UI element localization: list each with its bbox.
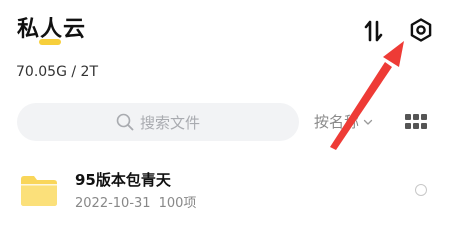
grid-view-icon <box>405 114 427 129</box>
grid-view-button[interactable] <box>405 113 427 131</box>
select-radio[interactable] <box>415 184 427 196</box>
file-name: 95版本包青天 <box>75 171 171 189</box>
sort-by-name-dropdown[interactable]: 按名称 <box>314 112 373 132</box>
settings-button[interactable] <box>408 17 434 43</box>
sort-icon <box>364 20 383 42</box>
title-area: 私人云 <box>17 12 86 48</box>
search-input[interactable]: 搜索文件 <box>17 103 299 141</box>
file-date: 2022-10-31 <box>75 196 151 211</box>
chevron-down-icon <box>363 119 373 125</box>
list-item[interactable] <box>0 158 451 228</box>
search-placeholder: 搜索文件 <box>139 113 200 132</box>
page-title: 私人云 <box>17 17 87 42</box>
search-icon <box>116 113 134 131</box>
file-count: 100项 <box>158 196 197 211</box>
sort-button[interactable] <box>362 18 386 44</box>
file-meta: 2022-10-31 100项 <box>75 195 196 213</box>
folder-icon <box>19 173 59 207</box>
settings-icon <box>410 18 432 42</box>
storage-usage: 70.05G / 2T <box>16 64 99 80</box>
sort-label: 按名称 <box>314 113 360 131</box>
